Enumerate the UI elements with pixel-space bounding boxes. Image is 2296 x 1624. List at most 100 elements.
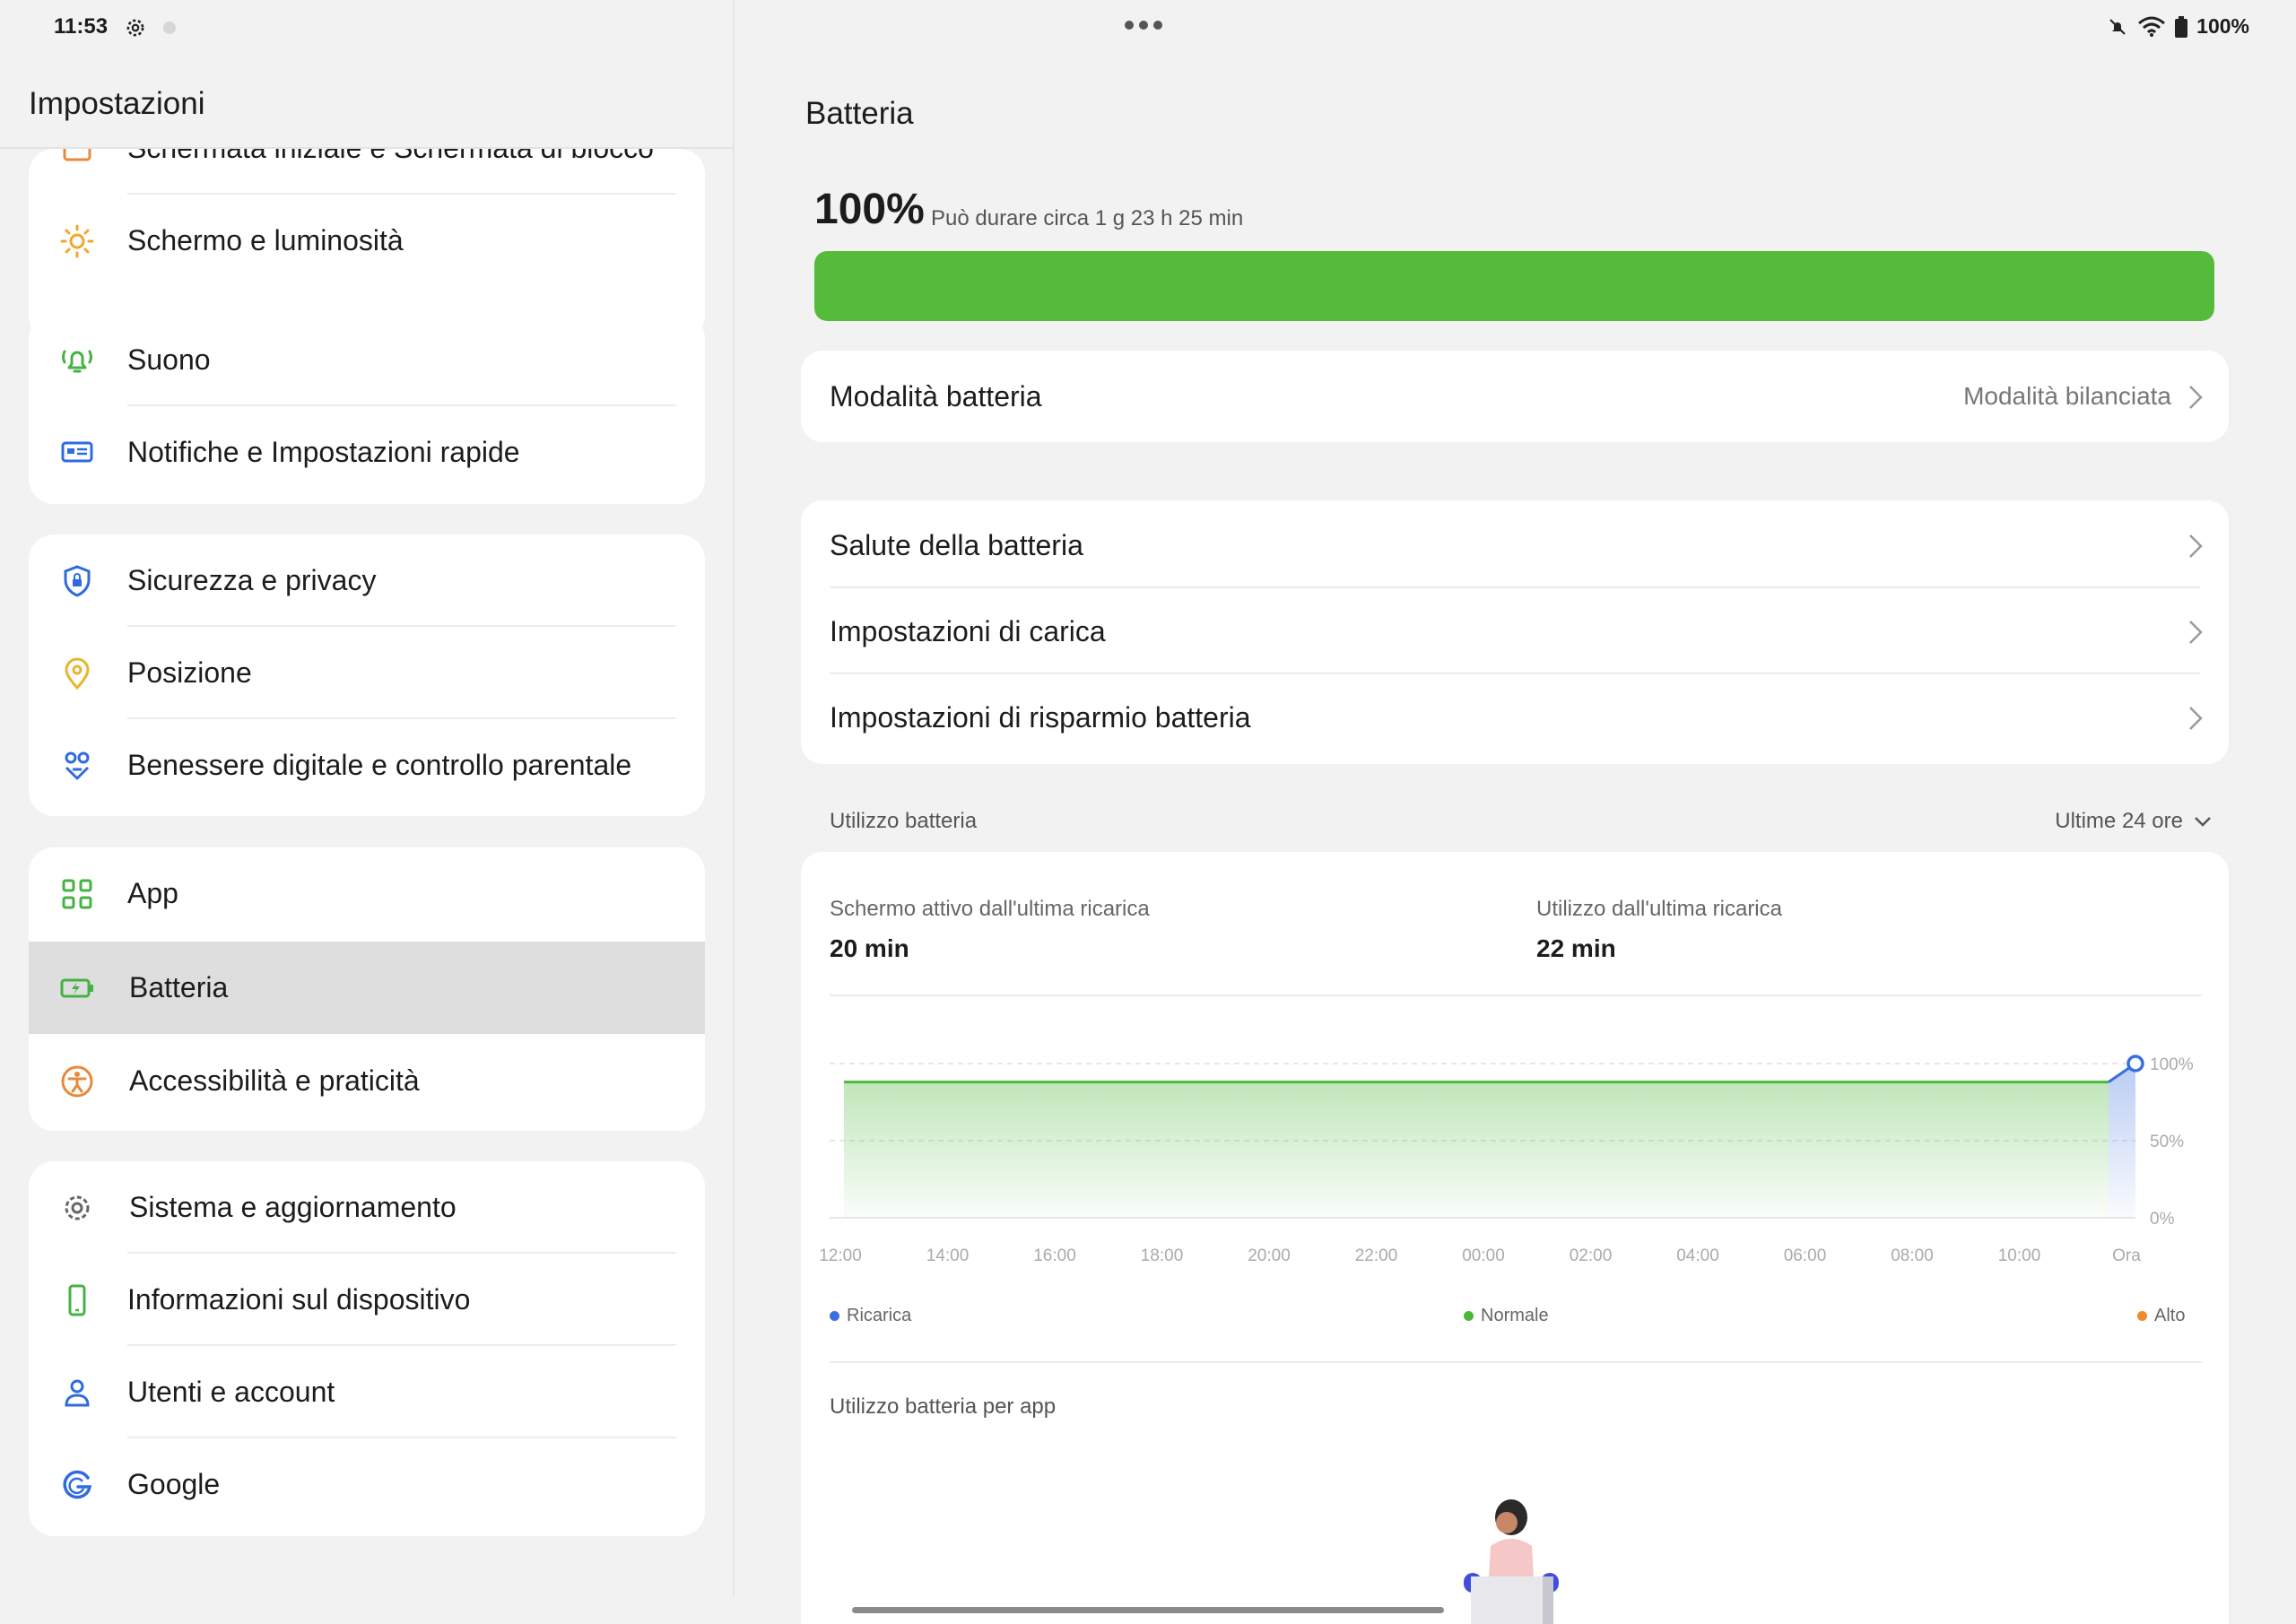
sidebar-item-label: App <box>127 877 178 909</box>
battery-usage-chart: 100% 50% 0% 12:00 14:00 16:00 18:00 20:00 22:00… <box>819 1055 2194 1265</box>
sidebar-item-digital-wellbeing[interactable]: Benessere digitale e controllo parentale <box>29 719 705 812</box>
sidebar-item-device-info[interactable]: Informazioni sul dispositivo <box>29 1254 705 1346</box>
x-tick-label: 16:00 <box>1033 1246 1076 1265</box>
horizontal-scrollbar[interactable] <box>852 1607 1444 1613</box>
settings-group-apps: App Batteria Accessibilità e praticità <box>29 847 705 1131</box>
settings-status-icon <box>126 19 144 37</box>
sidebar-item-label: Utenti e account <box>127 1376 335 1408</box>
x-tick-label: 22:00 <box>1355 1246 1398 1265</box>
location-icon <box>65 657 90 690</box>
x-tick-label: 10:00 <box>1998 1246 2041 1265</box>
sidebar-item-location[interactable]: Posizione <box>29 627 705 719</box>
x-tick-label: 02:00 <box>1570 1246 1613 1265</box>
sidebar-item-apps[interactable]: App <box>29 847 705 940</box>
battery-menu-card: Salute della batteria Impostazioni di ca… <box>801 500 2229 764</box>
sidebar-item-label: Google <box>127 1468 221 1500</box>
sidebar-item-label: Sicurezza e privacy <box>127 564 377 596</box>
sidebar-item-label: Notifiche e Impostazioni rapide <box>127 436 520 468</box>
sidebar-item-home-screen[interactable]: Schermata iniziale e Schermata di blocco <box>29 149 705 195</box>
legend-item-charging: Ricarica <box>830 1306 911 1326</box>
x-tick-label: 20:00 <box>1248 1246 1291 1265</box>
settings-group-sound: Suono Notifiche e Impostazioni rapide <box>29 314 705 504</box>
sidebar-item-users-accounts[interactable]: Utenti e account <box>29 1346 705 1438</box>
home-screen-icon <box>63 149 91 161</box>
sidebar-item-display-brightness[interactable]: Schermo e luminosità <box>29 195 705 287</box>
apps-icon <box>62 879 92 909</box>
chevron-right-icon <box>2189 386 2203 409</box>
usage-since-value: 22 min <box>1536 934 1616 962</box>
battery-mode-label: Modalità batteria <box>830 380 1042 413</box>
usage-since-title: Utilizzo dall'ultima ricarica <box>1536 897 1782 921</box>
sidebar-item-label: Batteria <box>129 971 229 1003</box>
status-bar: 11:53 100% <box>0 0 2296 56</box>
sidebar-item-google[interactable]: Google <box>29 1438 705 1531</box>
charging-settings-row[interactable]: Impostazioni di carica <box>801 588 2229 674</box>
legend-label: Ricarica <box>847 1306 912 1325</box>
settings-group-display: Schermata iniziale e Schermata di blocco… <box>29 149 705 341</box>
bell-icon <box>62 350 92 373</box>
chevron-right-icon <box>2189 621 2203 644</box>
stats-divider <box>830 994 2202 996</box>
sidebar-item-security[interactable]: Sicurezza e privacy <box>29 534 705 627</box>
sidebar-item-battery[interactable]: Batteria <box>29 942 705 1034</box>
area-normale <box>844 1081 2109 1218</box>
sidebar-item-label: Suono <box>127 343 211 376</box>
chevron-right-icon <box>2189 534 2203 558</box>
usage-range-value: Ultime 24 ore <box>2055 809 2183 833</box>
sidebar-item-label: Posizione <box>127 656 252 689</box>
notifications-icon <box>61 441 93 463</box>
battery-level: 100% <box>814 186 925 233</box>
sidebar-item-label: Schermata iniziale e Schermata di blocco <box>127 149 654 165</box>
row-label: Impostazioni di risparmio batteria <box>830 701 1251 734</box>
more-dots-icon[interactable] <box>1125 18 1171 38</box>
sidebar-item-accessibility[interactable]: Accessibilità e praticità <box>29 1035 705 1127</box>
battery-icon <box>60 978 93 998</box>
sidebar-item-label: Informazioni sul dispositivo <box>127 1283 471 1316</box>
x-tick-label: 04:00 <box>1676 1246 1719 1265</box>
phone-icon <box>68 1284 86 1316</box>
legend-item-normal: Normale <box>1464 1306 1549 1326</box>
page-title: Batteria <box>805 96 914 131</box>
usage-section-label: Utilizzo batteria <box>830 809 978 833</box>
bell-off-icon <box>2109 18 2126 35</box>
status-dot-icon <box>163 22 176 34</box>
shield-icon <box>64 565 91 597</box>
legend-item-high: Alto <box>2137 1306 2185 1326</box>
status-right: 100% <box>2107 14 2249 39</box>
y-tick-label: 50% <box>2150 1133 2184 1151</box>
battery-saver-row[interactable]: Impostazioni di risparmio batteria <box>801 674 2229 760</box>
row-label: Impostazioni di carica <box>830 615 1106 647</box>
x-tick-label: 18:00 <box>1141 1246 1184 1265</box>
current-level-point <box>2126 1055 2144 1073</box>
settings-group-system: Sistema e aggiornamento Informazioni sul… <box>29 1161 705 1536</box>
row-label: Salute della batteria <box>830 529 1083 561</box>
x-tick-label: 06:00 <box>1784 1246 1827 1265</box>
legend-swatch-charging <box>830 1311 839 1321</box>
battery-mode-value: Modalità bilanciata <box>1963 382 2171 410</box>
gear-icon <box>65 1195 90 1220</box>
sidebar-item-system-update[interactable]: Sistema e aggiornamento <box>29 1161 705 1254</box>
y-tick-label: 100% <box>2150 1055 2194 1074</box>
battery-mode-row[interactable]: Modalità batteria Modalità bilanciata <box>801 353 2229 439</box>
per-app-label: Utilizzo batteria per app <box>830 1394 1057 1419</box>
sidebar-item-sound[interactable]: Suono <box>29 314 705 406</box>
x-tick-label: Ora <box>2112 1246 2141 1265</box>
chevron-right-icon <box>2189 707 2203 730</box>
sidebar-item-label: Benessere digitale e controllo parentale <box>127 749 632 781</box>
x-tick-label: 12:00 <box>819 1246 862 1265</box>
y-tick-label: 0% <box>2150 1210 2175 1229</box>
sidebar-item-label: Sistema e aggiornamento <box>129 1191 457 1223</box>
legend-label: Normale <box>1481 1306 1549 1325</box>
settings-group-security: Sicurezza e privacy Posizione Benessere … <box>29 534 705 816</box>
sidebar-item-label: Accessibilità e praticità <box>129 1064 420 1097</box>
chart-divider <box>830 1361 2202 1363</box>
screen-on-value: 20 min <box>830 934 909 962</box>
x-tick-label: 00:00 <box>1462 1246 1505 1265</box>
battery-health-row[interactable]: Salute della batteria <box>801 502 2229 588</box>
status-time: 11:53 <box>54 14 109 39</box>
usage-range-dropdown[interactable]: Ultime 24 ore <box>2055 809 2212 834</box>
legend-swatch-normal <box>1464 1311 1474 1321</box>
accessibility-icon <box>61 1065 93 1098</box>
pane-divider <box>733 0 735 1596</box>
sidebar-item-notifications[interactable]: Notifiche e Impostazioni rapide <box>29 406 705 499</box>
